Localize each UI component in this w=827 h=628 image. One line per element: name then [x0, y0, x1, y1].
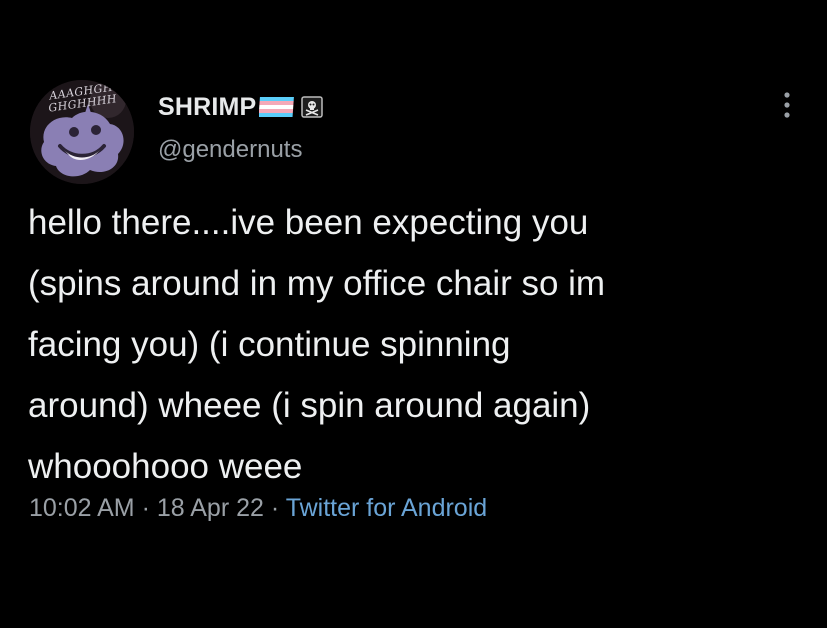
name-row: SHRIMP: [158, 90, 324, 124]
tweet: AAAGHGH GHGHHHH SHRIMP @gendernuts hello…: [0, 0, 827, 628]
meta-separator: ·: [270, 494, 280, 522]
tweet-time[interactable]: 10:02 AM: [29, 494, 135, 522]
more-vertical-icon[interactable]: [775, 88, 799, 122]
tweet-date[interactable]: 18 Apr 22: [157, 494, 264, 522]
tweet-meta: 10:02 AM · 18 Apr 22 · Twitter for Andro…: [29, 494, 487, 523]
user-handle[interactable]: @gendernuts: [158, 136, 302, 164]
tweet-source-link[interactable]: Twitter for Android: [286, 494, 487, 522]
avatar[interactable]: AAAGHGH GHGHHHH: [30, 80, 134, 184]
tweet-text: hello there....ive been expecting you (s…: [28, 203, 606, 486]
pirate-flag-icon: [301, 96, 324, 118]
meta-separator: ·: [141, 494, 150, 522]
transgender-flag-icon: [258, 96, 295, 118]
display-name[interactable]: SHRIMP: [158, 93, 256, 122]
